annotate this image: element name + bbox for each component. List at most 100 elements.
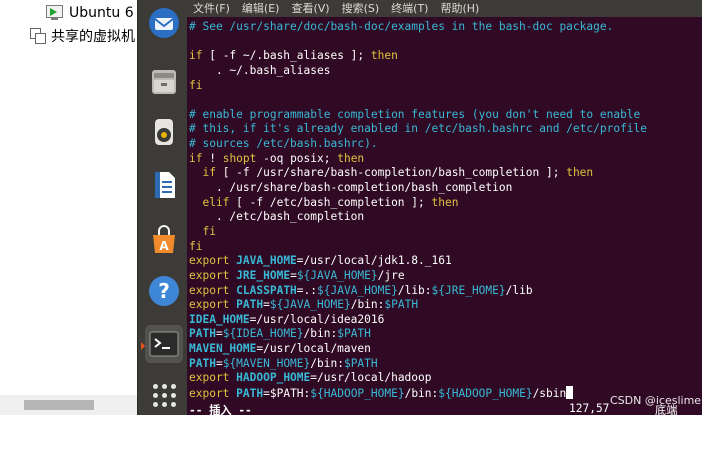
menu-item[interactable]: 帮助(H): [434, 0, 485, 17]
terminal-window[interactable]: 文件(F) 编辑(E) 查看(V) 搜索(S) 终端(T) 帮助(H) # See /us…: [187, 0, 702, 417]
code-token: JRE_HOME: [236, 268, 291, 282]
code-line: fi: [189, 240, 699, 255]
code-token: IDEA_HOME: [189, 312, 250, 326]
vim-editor-content[interactable]: # See /usr/share/doc/bash-doc/examples i…: [189, 20, 699, 401]
code-token: =: [215, 356, 223, 370]
code-token: =: [215, 327, 223, 341]
app-grid-icon: [152, 383, 176, 407]
code-token: =/usr/local/jdk1.8._161: [296, 254, 452, 268]
code-token: /bin:: [350, 298, 385, 312]
launcher-files[interactable]: [145, 62, 183, 100]
code-token: MAVEN_HOME: [189, 342, 257, 356]
shared-vms-label: 共享的虚拟机: [51, 29, 135, 45]
code-token: export: [189, 387, 230, 401]
launcher-app-grid[interactable]: [145, 376, 183, 414]
code-line: export PATH=${JAVA_HOME}/bin:$PATH: [189, 298, 699, 313]
terminal-menubar: 文件(F) 编辑(E) 查看(V) 搜索(S) 终端(T) 帮助(H): [187, 0, 702, 17]
code-token: if: [189, 49, 203, 63]
code-token: =$PATH:: [263, 387, 311, 401]
code-line: if [ -f ~/.bash_aliases ]; then: [189, 49, 699, 64]
scrollbar-thumb[interactable]: [24, 400, 94, 410]
code-token: /bin:: [404, 387, 439, 401]
launcher-thunderbird[interactable]: [145, 4, 183, 42]
launcher-help[interactable]: ?: [145, 272, 183, 310]
file-manager-icon: [152, 70, 176, 94]
code-token: then: [431, 195, 459, 209]
code-token: shopt: [222, 151, 257, 165]
code-token: PATH: [189, 327, 216, 341]
code-token: /lib:: [397, 283, 432, 297]
code-line: if [ -f /usr/share/bash-completion/bash_…: [189, 166, 699, 181]
menu-item[interactable]: 文件(F): [187, 0, 236, 17]
svg-text:?: ?: [158, 279, 170, 303]
menu-item[interactable]: 搜索(S): [336, 0, 386, 17]
library-item-ubuntu[interactable]: Ubuntu 6: [46, 2, 134, 24]
menu-item[interactable]: 终端(T): [385, 0, 434, 17]
code-token: =: [290, 268, 297, 282]
launcher-writer[interactable]: [145, 166, 183, 204]
code-token: fi: [189, 224, 216, 238]
code-token: $PATH: [337, 327, 371, 341]
code-token: export: [189, 254, 230, 268]
code-line: . ~/.bash_aliases: [189, 64, 699, 79]
code-token: . ~/.bash_aliases: [189, 63, 331, 77]
code-token: elif: [189, 195, 230, 209]
code-line: # this, if it's already enabled in /etc/…: [189, 122, 699, 137]
code-token: [ -f /usr/share/bash-completion/bash_com…: [215, 166, 567, 180]
menu-item[interactable]: 编辑(E): [236, 0, 286, 17]
code-line: export HADOOP_HOME=/usr/local/hadoop: [189, 371, 699, 386]
launcher-terminal[interactable]: [145, 325, 183, 363]
vm-name-label: Ubuntu 6: [69, 5, 134, 21]
code-token: PATH: [236, 298, 264, 312]
code-token: then: [566, 166, 594, 180]
launcher-software-center[interactable]: A: [145, 221, 183, 259]
code-token: if: [189, 151, 203, 165]
code-token: JAVA_HOME: [236, 254, 297, 268]
code-token: then: [337, 151, 365, 165]
code-token: /jre: [377, 268, 405, 282]
code-token: $PATH: [384, 298, 419, 312]
code-token: =: [263, 298, 270, 312]
code-token: # sources /etc/bash.bashrc).: [189, 137, 378, 151]
menu-item[interactable]: 查看(V): [285, 0, 335, 17]
code-token: !: [202, 151, 223, 165]
running-vm-icon: [46, 5, 64, 21]
code-token: # See /usr/share/doc/bash-doc/examples i…: [189, 20, 614, 33]
shared-vms-icon: [30, 28, 46, 44]
code-token: export: [189, 268, 230, 282]
code-token: /bin:: [303, 327, 338, 341]
code-line: IDEA_HOME=/usr/local/idea2016: [189, 313, 699, 328]
library-item-shared-vms[interactable]: 共享的虚拟机: [30, 25, 135, 47]
ubuntu-launcher: A ?: [137, 0, 188, 415]
code-token: . /usr/share/bash-completion/bash_comple…: [189, 181, 513, 195]
code-token: # enable programmable completion feature…: [189, 107, 641, 121]
code-line: # enable programmable completion feature…: [189, 108, 699, 123]
svg-text:A: A: [159, 239, 169, 253]
active-app-indicator: [141, 342, 145, 350]
code-token: /bin:: [310, 356, 344, 370]
code-line: fi: [189, 79, 699, 94]
code-token: $PATH: [343, 356, 378, 370]
code-line: . /usr/share/bash-completion/bash_comple…: [189, 181, 699, 196]
code-token: HADOOP_HOME: [236, 371, 311, 385]
code-line: export CLASSPATH=.:${JAVA_HOME}/lib:${JR…: [189, 284, 699, 299]
terminal-icon: [149, 331, 179, 357]
launcher-rhythmbox[interactable]: [145, 113, 183, 151]
code-token: ${JAVA_HOME}: [296, 268, 378, 282]
code-token: # this, if it's already enabled in /etc/…: [189, 122, 648, 136]
vim-mode-indicator: -- 插入 --: [189, 404, 252, 417]
code-token: ${IDEA_HOME}: [222, 327, 304, 341]
cursor-position: 127,57: [569, 402, 610, 415]
code-line: # sources /etc/bash.bashrc).: [189, 137, 699, 152]
code-token: [ -f ~/.bash_aliases ];: [202, 49, 371, 63]
code-line: export JAVA_HOME=/usr/local/jdk1.8._161: [189, 254, 699, 269]
thunderbird-icon: [149, 8, 179, 38]
code-token: then: [370, 49, 398, 63]
code-token: export: [189, 283, 230, 297]
code-token: =/usr/local/maven: [256, 342, 371, 356]
code-token: CLASSPATH: [236, 283, 297, 297]
code-token: ${HADOOP_HOME}: [310, 387, 405, 401]
code-token: PATH: [236, 387, 264, 401]
software-center-icon: A: [153, 225, 175, 253]
code-token: PATH: [189, 356, 216, 370]
